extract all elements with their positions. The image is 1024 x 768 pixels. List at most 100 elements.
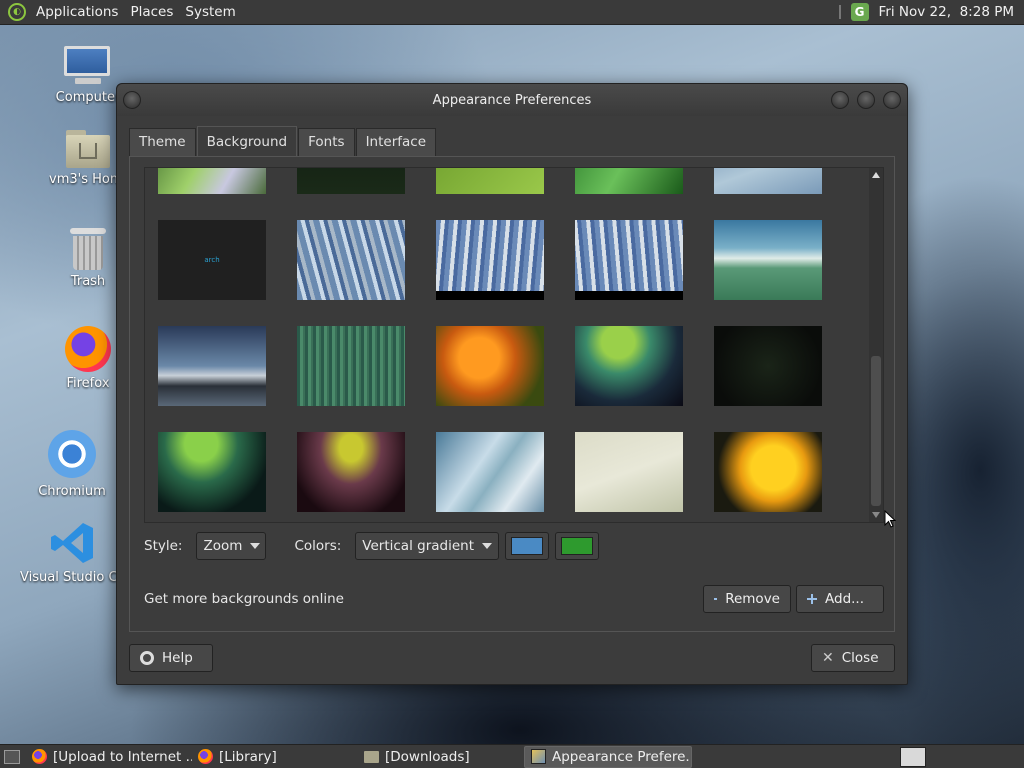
- workspace-switcher[interactable]: [900, 746, 926, 767]
- window-titlebar[interactable]: Appearance Preferences: [117, 84, 907, 116]
- menu-places[interactable]: Places: [124, 4, 179, 20]
- wallpaper-thumbnail[interactable]: [297, 220, 405, 300]
- colors-combo[interactable]: Vertical gradient: [355, 532, 500, 560]
- remove-button-label: Remove: [725, 591, 780, 607]
- minus-icon: [714, 598, 718, 600]
- arch-logo-text: arch: [204, 256, 220, 264]
- wallpaper-thumbnail[interactable]: [436, 220, 544, 300]
- distro-logo-icon[interactable]: ◐: [8, 3, 26, 21]
- primary-color-button[interactable]: [505, 532, 550, 560]
- style-combo[interactable]: Zoom: [196, 532, 267, 560]
- gallery-scrollbar[interactable]: [869, 168, 883, 522]
- desktop-icon-label: Chromium: [38, 484, 106, 499]
- tab-interface[interactable]: Interface: [355, 128, 437, 156]
- wallpaper-thumbnail[interactable]: [575, 220, 683, 300]
- plus-icon: [807, 594, 817, 604]
- add-button-label: Add...: [825, 591, 865, 607]
- appearance-preferences-window: Appearance Preferences Theme Background …: [116, 83, 908, 685]
- wallpaper-thumbnail[interactable]: [297, 168, 405, 194]
- remove-button[interactable]: Remove: [703, 585, 791, 613]
- wallpaper-thumbnail[interactable]: [714, 220, 822, 300]
- menu-system[interactable]: System: [179, 4, 241, 20]
- get-more-backgrounds-link[interactable]: Get more backgrounds online: [144, 591, 344, 607]
- window-menu-button[interactable]: [123, 91, 141, 109]
- maximize-button[interactable]: [857, 91, 875, 109]
- taskbar-item-active[interactable]: Appearance Prefere...: [524, 745, 692, 768]
- style-combo-value: Zoom: [203, 538, 243, 554]
- bottom-taskbar: [Upload to Internet ... [Library] [Downl…: [0, 744, 1024, 768]
- close-icon: ✕: [822, 650, 834, 666]
- wallpaper-thumbnail[interactable]: [714, 168, 822, 194]
- wallpaper-thumbnail[interactable]: [297, 432, 405, 512]
- wallpaper-thumbnail[interactable]: [436, 168, 544, 194]
- panel-separator: [838, 5, 841, 19]
- tab-fonts[interactable]: Fonts: [298, 128, 355, 156]
- minimize-button[interactable]: [831, 91, 849, 109]
- taskbar-item-label: [Library]: [219, 748, 277, 765]
- help-button[interactable]: Help: [129, 644, 213, 672]
- clock[interactable]: Fri Nov 22, 8:28 PM: [879, 4, 1014, 20]
- desktop-icon-label: Visual Studio Code: [20, 570, 116, 585]
- add-button[interactable]: Add...: [796, 585, 884, 613]
- colors-combo-value: Vertical gradient: [362, 538, 474, 554]
- taskbar-item[interactable]: [Library]: [192, 746, 358, 768]
- wallpaper-thumbnail[interactable]: [575, 326, 683, 406]
- wallpaper-thumbnail[interactable]: [575, 168, 683, 194]
- wallpaper-thumbnail[interactable]: [714, 432, 822, 512]
- window-title: Appearance Preferences: [432, 92, 592, 108]
- taskbar-item-label: Appearance Prefere...: [552, 748, 692, 765]
- taskbar-item-label: [Downloads]: [385, 748, 470, 765]
- menu-applications[interactable]: Applications: [30, 4, 124, 20]
- close-button-label: Close: [841, 650, 879, 666]
- home-folder-icon: [66, 130, 110, 168]
- show-desktop-icon[interactable]: [4, 749, 20, 764]
- chromium-icon: [48, 430, 96, 478]
- firefox-icon: [65, 326, 111, 372]
- chevron-down-icon: [482, 543, 493, 549]
- wallpaper-thumbnail-arch[interactable]: arch: [158, 220, 266, 300]
- top-panel: ◐ Applications Places System G Fri Nov 2…: [0, 0, 1024, 25]
- backgrounds-actions-row: Get more backgrounds online Remove Add..…: [144, 585, 884, 613]
- taskbar-item-label: [Upload to Internet ...: [53, 748, 192, 765]
- wallpaper-thumbnail[interactable]: [158, 168, 266, 194]
- wallpaper-thumbnail[interactable]: [158, 326, 266, 406]
- taskbar-item[interactable]: [Upload to Internet ...: [26, 746, 192, 768]
- primary-color-swatch: [511, 537, 544, 555]
- wallpaper-thumbnail[interactable]: [158, 432, 266, 512]
- wallpaper-thumbnail[interactable]: [575, 432, 683, 512]
- taskbar-item[interactable]: [Downloads]: [358, 746, 524, 768]
- secondary-color-button[interactable]: [555, 532, 600, 560]
- close-window-button[interactable]: [883, 91, 901, 109]
- wallpaper-thumbnail[interactable]: [297, 326, 405, 406]
- tab-theme[interactable]: Theme: [129, 128, 196, 156]
- scrollbar-thumb[interactable]: [871, 356, 881, 506]
- update-manager-icon[interactable]: G: [850, 3, 869, 21]
- chevron-down-icon: [250, 543, 261, 549]
- folder-icon: [364, 750, 379, 763]
- colors-label: Colors:: [294, 538, 342, 554]
- trash-icon: [70, 228, 106, 270]
- desktop-icon-vscode[interactable]: Visual Studio Code: [20, 520, 122, 585]
- mouse-cursor-icon: [884, 510, 896, 528]
- secondary-color-swatch: [561, 537, 594, 555]
- wallpaper-thumbnail[interactable]: [714, 326, 822, 406]
- appearance-icon: [531, 749, 546, 764]
- wallpaper-thumbnail[interactable]: [436, 432, 544, 512]
- scroll-up-arrow-icon[interactable]: [872, 172, 880, 178]
- style-label: Style:: [144, 538, 183, 554]
- close-button[interactable]: ✕ Close: [811, 644, 895, 672]
- help-icon: [140, 651, 154, 665]
- tab-background[interactable]: Background: [196, 126, 298, 156]
- firefox-icon: [32, 749, 47, 764]
- tab-bar: Theme Background Fonts Interface: [129, 126, 895, 156]
- vscode-icon: [49, 520, 95, 566]
- scroll-down-arrow-icon[interactable]: [872, 512, 880, 518]
- help-button-label: Help: [162, 650, 193, 666]
- background-tab-panel: arch Style: Zoom Colors: Vertical gradie…: [129, 156, 895, 632]
- desktop-icon-chromium[interactable]: Chromium: [22, 430, 122, 499]
- style-colors-row: Style: Zoom Colors: Vertical gradient: [144, 531, 884, 561]
- wallpaper-thumbnail[interactable]: [436, 326, 544, 406]
- computer-icon: [64, 46, 112, 86]
- wallpaper-gallery[interactable]: arch: [144, 167, 884, 523]
- dialog-footer: Help ✕ Close: [129, 644, 895, 672]
